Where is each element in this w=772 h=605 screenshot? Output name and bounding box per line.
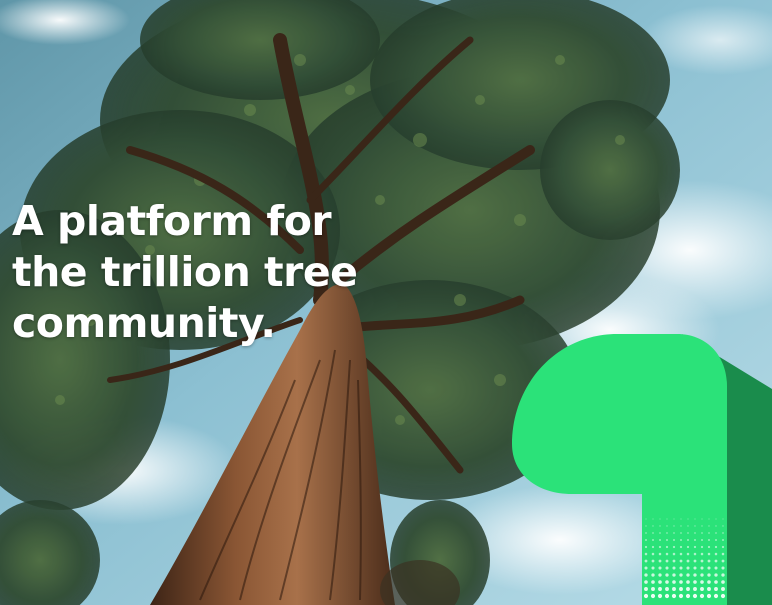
headline-line-3: community.: [12, 299, 276, 347]
headline-line-1: A platform for: [12, 197, 332, 245]
one-logo-mark-icon: [512, 334, 772, 605]
hero-headline: A platform for the trillion tree communi…: [12, 196, 432, 349]
hero-banner: A platform for the trillion tree communi…: [0, 0, 772, 605]
headline-line-2: the trillion tree: [12, 248, 358, 296]
